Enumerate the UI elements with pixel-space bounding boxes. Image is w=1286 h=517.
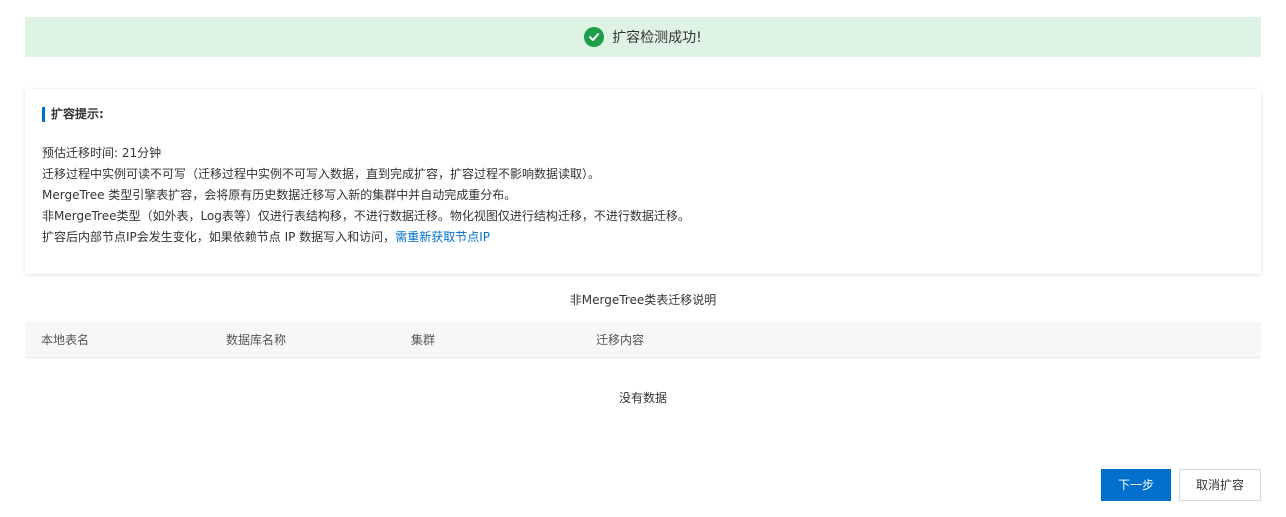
notice-line-non-mergetree: 非MergeTree类型（如外表，Log表等）仅进行表结构移，不进行数据迁移。物…	[42, 209, 690, 223]
column-header-database: 数据库名称	[226, 333, 287, 347]
success-message: 扩容检测成功!	[612, 30, 702, 46]
refetch-node-ip-link[interactable]: 需重新获取节点IP	[395, 230, 490, 244]
migration-table-caption: 非MergeTree类表迁移说明	[569, 293, 717, 307]
success-banner: 扩容检测成功!	[25, 17, 1261, 57]
column-header-migration-content: 迁移内容	[596, 333, 645, 347]
scale-out-notice-card: 扩容提示: 预估迁移时间: 21分钟 迁移过程中实例可读不可写（迁移过程中实例不…	[25, 89, 1261, 274]
next-step-button[interactable]: 下一步	[1101, 469, 1171, 501]
notice-line-read-only: 迁移过程中实例可读不可写（迁移过程中实例不可写入数据，直到完成扩容，扩容过程不影…	[42, 167, 601, 181]
notice-line-estimated-time: 预估迁移时间: 21分钟	[42, 146, 162, 160]
notice-title: 扩容提示:	[42, 107, 1244, 122]
table-empty-state: 没有数据	[618, 391, 667, 405]
notice-line-node-ip-text: 扩容后内部节点IP会发生变化，如果依赖节点 IP 数据写入和访问，	[42, 230, 396, 244]
notice-line-mergetree: MergeTree 类型引擎表扩容，会将原有历史数据迁移写入新的集群中并自动完成…	[42, 188, 517, 202]
notice-line-node-ip: 扩容后内部节点IP会发生变化，如果依赖节点 IP 数据写入和访问，需重新获取节点…	[42, 227, 1244, 248]
check-circle-icon	[584, 27, 605, 47]
column-header-cluster: 集群	[411, 333, 436, 347]
cancel-scale-out-button[interactable]: 取消扩容	[1179, 469, 1261, 501]
scale-out-check-page: 扩容检测成功! 扩容提示: 预估迁移时间: 21分钟 迁移过程中实例可读不可写（…	[0, 0, 1286, 517]
notice-list: 预估迁移时间: 21分钟 迁移过程中实例可读不可写（迁移过程中实例不可写入数据，…	[42, 143, 1244, 248]
column-header-local-table: 本地表名	[41, 333, 90, 347]
migration-table-header: 本地表名 数据库名称 集群 迁移内容	[25, 322, 1261, 358]
